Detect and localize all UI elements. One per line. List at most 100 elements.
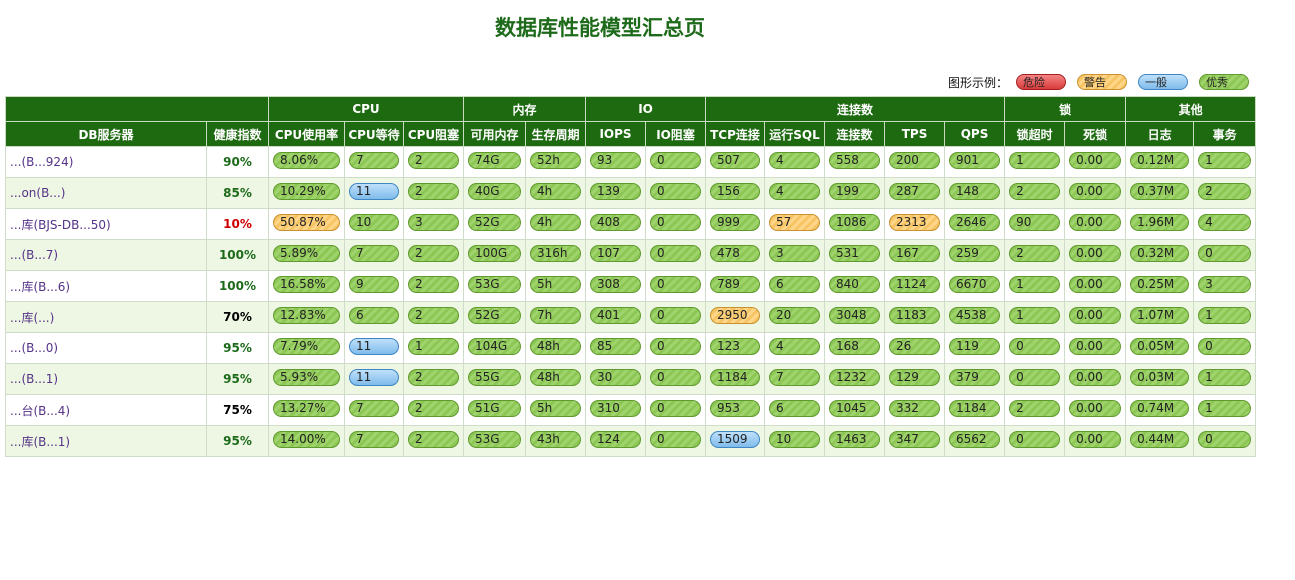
metric-badge[interactable]: 2646	[949, 214, 1001, 231]
metric-badge[interactable]: 1	[1198, 307, 1252, 324]
metric-badge[interactable]: 26	[889, 338, 941, 355]
metric-badge[interactable]: 2	[408, 400, 459, 417]
metric-badge[interactable]: 0	[1009, 431, 1061, 448]
metric-badge[interactable]: 6562	[949, 431, 1001, 448]
metric-badge[interactable]: 0	[650, 183, 702, 200]
metric-badge[interactable]: 2	[1009, 245, 1061, 262]
metric-badge[interactable]: 310	[590, 400, 642, 417]
metric-badge[interactable]: 0.00	[1069, 276, 1122, 293]
metric-badge[interactable]: 12.83%	[273, 307, 340, 324]
metric-badge[interactable]: 139	[590, 183, 642, 200]
metric-badge[interactable]: 52G	[468, 214, 521, 231]
metric-badge[interactable]: 2	[408, 152, 459, 169]
metric-badge[interactable]: 51G	[468, 400, 521, 417]
metric-badge[interactable]: 168	[829, 338, 881, 355]
metric-badge[interactable]: 0	[650, 276, 702, 293]
metric-badge[interactable]: 167	[889, 245, 941, 262]
metric-badge[interactable]: 11	[349, 183, 399, 200]
metric-badge[interactable]: 0	[1198, 245, 1252, 262]
metric-badge[interactable]: 2	[408, 369, 459, 386]
metric-badge[interactable]: 8.06%	[273, 152, 340, 169]
metric-badge[interactable]: 1509	[710, 431, 761, 448]
metric-badge[interactable]: 953	[710, 400, 761, 417]
metric-badge[interactable]: 478	[710, 245, 761, 262]
metric-badge[interactable]: 10	[349, 214, 399, 231]
metric-badge[interactable]: 199	[829, 183, 881, 200]
metric-badge[interactable]: 107	[590, 245, 642, 262]
metric-badge[interactable]: 1	[408, 338, 459, 355]
metric-badge[interactable]: 1124	[889, 276, 941, 293]
metric-badge[interactable]: 123	[710, 338, 761, 355]
metric-badge[interactable]: 1.96M	[1130, 214, 1190, 231]
server-name-link[interactable]: ...(B...1)	[10, 372, 58, 386]
metric-badge[interactable]: 0.00	[1069, 245, 1122, 262]
metric-badge[interactable]: 558	[829, 152, 881, 169]
metric-badge[interactable]: 1232	[829, 369, 881, 386]
metric-badge[interactable]: 200	[889, 152, 941, 169]
metric-badge[interactable]: 55G	[468, 369, 521, 386]
metric-badge[interactable]: 507	[710, 152, 761, 169]
metric-badge[interactable]: 2313	[889, 214, 941, 231]
metric-badge[interactable]: 40G	[468, 183, 521, 200]
metric-badge[interactable]: 90	[1009, 214, 1061, 231]
metric-badge[interactable]: 11	[349, 338, 399, 355]
metric-badge[interactable]: 0.00	[1069, 152, 1122, 169]
metric-badge[interactable]: 840	[829, 276, 881, 293]
server-name-link[interactable]: ...on(B...)	[10, 186, 65, 200]
metric-badge[interactable]: 3	[408, 214, 459, 231]
metric-badge[interactable]: 7	[349, 400, 399, 417]
metric-badge[interactable]: 0	[650, 400, 702, 417]
metric-badge[interactable]: 1	[1009, 152, 1061, 169]
metric-badge[interactable]: 379	[949, 369, 1001, 386]
metric-badge[interactable]: 1	[1198, 152, 1252, 169]
metric-badge[interactable]: 789	[710, 276, 761, 293]
metric-badge[interactable]: 316h	[530, 245, 582, 262]
server-name-cell[interactable]: ...(B...1)	[5, 363, 207, 395]
metric-badge[interactable]: 3	[1198, 276, 1252, 293]
metric-badge[interactable]: 2	[408, 307, 459, 324]
server-name-cell[interactable]: ...库(BJS-DB...50)	[5, 208, 207, 240]
metric-badge[interactable]: 7.79%	[273, 338, 340, 355]
metric-badge[interactable]: 7h	[530, 307, 582, 324]
metric-badge[interactable]: 48h	[530, 338, 582, 355]
metric-badge[interactable]: 308	[590, 276, 642, 293]
server-name-cell[interactable]: ...(B...924)	[5, 146, 207, 178]
metric-badge[interactable]: 2	[1009, 400, 1061, 417]
metric-badge[interactable]: 4	[769, 338, 821, 355]
server-name-cell[interactable]: ...库(...)	[5, 301, 207, 333]
metric-badge[interactable]: 52G	[468, 307, 521, 324]
metric-badge[interactable]: 2	[408, 183, 459, 200]
metric-badge[interactable]: 287	[889, 183, 941, 200]
metric-badge[interactable]: 10.29%	[273, 183, 340, 200]
metric-badge[interactable]: 0.25M	[1130, 276, 1190, 293]
metric-badge[interactable]: 5.89%	[273, 245, 340, 262]
metric-badge[interactable]: 2	[1198, 183, 1252, 200]
server-name-link[interactable]: ...库(BJS-DB...50)	[10, 218, 111, 232]
server-name-link[interactable]: ...(B...0)	[10, 341, 58, 355]
metric-badge[interactable]: 7	[349, 245, 399, 262]
metric-badge[interactable]: 531	[829, 245, 881, 262]
metric-badge[interactable]: 0.00	[1069, 338, 1122, 355]
metric-badge[interactable]: 11	[349, 369, 399, 386]
metric-badge[interactable]: 16.58%	[273, 276, 340, 293]
metric-badge[interactable]: 0	[650, 152, 702, 169]
metric-badge[interactable]: 0.00	[1069, 307, 1122, 324]
metric-badge[interactable]: 1.07M	[1130, 307, 1190, 324]
metric-badge[interactable]: 14.00%	[273, 431, 340, 448]
metric-badge[interactable]: 999	[710, 214, 761, 231]
metric-badge[interactable]: 401	[590, 307, 642, 324]
metric-badge[interactable]: 1086	[829, 214, 881, 231]
metric-badge[interactable]: 0.05M	[1130, 338, 1190, 355]
metric-badge[interactable]: 6	[769, 400, 821, 417]
metric-badge[interactable]: 2	[408, 276, 459, 293]
metric-badge[interactable]: 0	[650, 369, 702, 386]
metric-badge[interactable]: 1184	[949, 400, 1001, 417]
metric-badge[interactable]: 0.00	[1069, 400, 1122, 417]
metric-badge[interactable]: 50.87%	[273, 214, 340, 231]
metric-badge[interactable]: 2	[1009, 183, 1061, 200]
metric-badge[interactable]: 9	[349, 276, 399, 293]
metric-badge[interactable]: 57	[769, 214, 821, 231]
server-name-cell[interactable]: ...(B...7)	[5, 239, 207, 271]
metric-badge[interactable]: 1	[1198, 369, 1252, 386]
metric-badge[interactable]: 5h	[530, 400, 582, 417]
